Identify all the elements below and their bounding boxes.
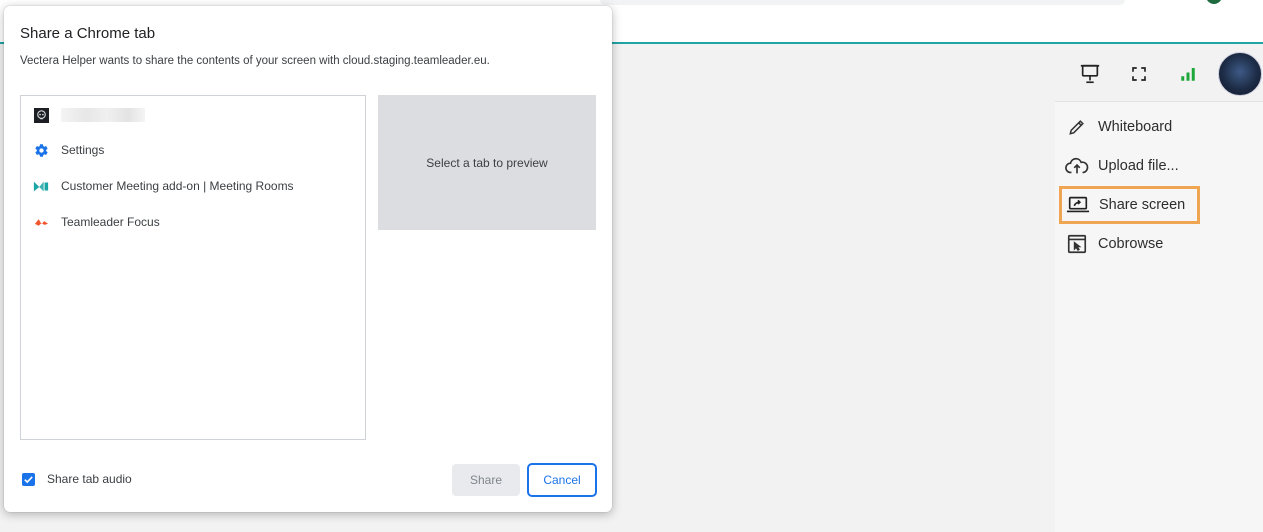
- browser-profile-icon[interactable]: [1206, 0, 1222, 4]
- share-audio-row[interactable]: Share tab audio: [22, 472, 132, 486]
- cloud-upload-icon: [1065, 154, 1089, 178]
- menu-item-label: Whiteboard: [1098, 119, 1173, 135]
- share-audio-label: Share tab audio: [47, 472, 132, 486]
- cancel-button[interactable]: Cancel: [527, 463, 597, 497]
- tab-list: Settings Customer Meeting add-on | Meeti…: [20, 95, 366, 440]
- pencil-icon: [1065, 115, 1089, 139]
- avatar[interactable]: [1218, 52, 1262, 96]
- cobrowse-icon: [1065, 232, 1089, 256]
- menu-item-share-screen[interactable]: Share screen: [1059, 186, 1201, 224]
- menu-item-label: Upload file...: [1098, 158, 1179, 174]
- share-tab-dialog: Share a Chrome tab Vectera Helper wants …: [4, 6, 612, 512]
- gear-icon: [33, 142, 49, 158]
- share-audio-checkbox[interactable]: [22, 472, 35, 486]
- teamleader-logo-icon: [33, 214, 49, 230]
- fullscreen-icon[interactable]: [1119, 54, 1159, 94]
- tab-title: Settings: [61, 143, 105, 157]
- tab-title: Teamleader Focus: [61, 215, 160, 229]
- dialog-title: Share a Chrome tab: [20, 25, 156, 42]
- preview-placeholder-text: Select a tab to preview: [426, 155, 548, 170]
- screen-share-icon: [1066, 193, 1090, 217]
- share-button[interactable]: Share: [452, 464, 520, 496]
- menu-item-label: Cobrowse: [1098, 236, 1164, 252]
- tab-item-settings[interactable]: Settings: [21, 137, 365, 163]
- skull-favicon-icon: [33, 107, 49, 123]
- tab-item-meeting-rooms[interactable]: Customer Meeting add-on | Meeting Rooms: [21, 173, 365, 199]
- tab-title: Customer Meeting add-on | Meeting Rooms: [61, 179, 294, 193]
- tab-preview: Select a tab to preview: [378, 95, 596, 230]
- menu-item-cobrowse[interactable]: Cobrowse: [1065, 228, 1163, 260]
- dialog-subtitle: Vectera Helper wants to share the conten…: [20, 55, 490, 67]
- tab-title-redacted: [61, 108, 145, 122]
- signal-icon: [1168, 54, 1208, 94]
- meeting-toolbar: [1070, 52, 1262, 96]
- tools-menu: Whiteboard Upload file... Share screen C…: [1055, 101, 1263, 532]
- browser-address-bar[interactable]: [600, 0, 1125, 5]
- menu-item-label: Share screen: [1099, 197, 1186, 213]
- presentation-icon[interactable]: [1070, 54, 1110, 94]
- tab-item-blurred[interactable]: [21, 102, 365, 128]
- menu-item-whiteboard[interactable]: Whiteboard: [1065, 111, 1172, 143]
- tab-item-teamleader-focus[interactable]: Teamleader Focus: [21, 209, 365, 235]
- menu-item-upload-file[interactable]: Upload file...: [1065, 150, 1179, 182]
- meeting-logo-icon: [33, 178, 49, 194]
